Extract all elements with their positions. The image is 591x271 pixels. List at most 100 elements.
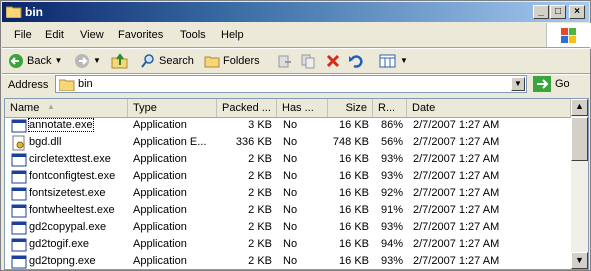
file-has: No	[283, 153, 298, 165]
menu-tools[interactable]: Tools	[180, 29, 206, 41]
file-name[interactable]: fontconfigtest.exe	[29, 170, 115, 182]
file-has: No	[283, 221, 298, 233]
folders-button[interactable]: Folders	[204, 49, 260, 72]
title-bar[interactable]: bin _ □ ×	[2, 2, 589, 22]
file-has: No	[283, 255, 298, 267]
move-to-button[interactable]	[277, 49, 293, 72]
file-name[interactable]: gd2togif.exe	[29, 238, 89, 250]
file-row[interactable]: gd2copypal.exe Application 2 KB No 16 KB 93% 2…	[5, 219, 571, 236]
file-row[interactable]: gd2togif.exe Application 2 KB No 16 KB 94% 2/7…	[5, 236, 571, 253]
menu-favorites[interactable]: Favorites	[118, 29, 163, 41]
up-folder-icon	[111, 52, 128, 68]
file-size: 16 KB	[339, 153, 369, 165]
go-button[interactable]: Go	[533, 76, 570, 92]
file-ratio: 92%	[380, 187, 403, 199]
toolbar: Back ▼ ▼ Search Folders ▼	[2, 49, 590, 73]
move-to-icon	[278, 55, 291, 67]
file-type: Application	[133, 221, 187, 233]
file-size: 16 KB	[339, 255, 369, 267]
back-button[interactable]: Back ▼	[8, 49, 62, 72]
file-packed-size: 2 KB	[248, 204, 272, 216]
file-packed-size: 3 KB	[248, 119, 272, 131]
forward-button[interactable]: ▼	[74, 49, 101, 72]
column-header-packed[interactable]: Packed ...	[217, 99, 277, 117]
column-header-has[interactable]: Has ...	[277, 99, 328, 117]
address-value: bin	[78, 78, 93, 90]
file-row[interactable]: fontwheeltest.exe Application 2 KB No 16 KB 9…	[5, 202, 571, 219]
file-row[interactable]: annotate.exe Application 3 KB No 16 KB 86% 2/7…	[5, 117, 571, 134]
search-label: Search	[159, 54, 194, 67]
file-type: Application	[133, 153, 187, 165]
file-list: Name ▲ Type Packed ... Has ... Size R...…	[4, 98, 589, 270]
file-has: No	[283, 170, 298, 182]
menu-file[interactable]: File	[14, 29, 32, 41]
views-button[interactable]: ▼	[379, 49, 408, 72]
column-header-size[interactable]: Size	[328, 99, 373, 117]
vertical-scrollbar[interactable]: ▲ ▼	[571, 99, 588, 269]
copy-to-button[interactable]	[300, 49, 316, 72]
file-name[interactable]: fontwheeltest.exe	[29, 204, 115, 216]
undo-icon	[349, 54, 363, 68]
scroll-down-button[interactable]: ▼	[571, 252, 588, 269]
scroll-up-icon: ▲	[575, 101, 584, 111]
file-type: Application	[133, 238, 187, 250]
minimize-button[interactable]: _	[533, 5, 549, 19]
file-row[interactable]: bgd.dll Application E... 336 KB No 748 KB 56%…	[5, 134, 571, 151]
column-header-row: Name ▲ Type Packed ... Has ... Size R...…	[5, 99, 571, 118]
file-ratio: 93%	[380, 153, 403, 165]
search-button[interactable]: Search	[140, 49, 194, 72]
scroll-thumb[interactable]	[571, 117, 588, 161]
file-packed-size: 2 KB	[248, 170, 272, 182]
file-name[interactable]: gd2copypal.exe	[29, 221, 106, 233]
exe-icon	[11, 254, 27, 269]
column-header-type[interactable]: Type	[128, 99, 217, 117]
menu-edit[interactable]: Edit	[45, 29, 64, 41]
menu-help[interactable]: Help	[221, 29, 244, 41]
file-ratio: 93%	[380, 221, 403, 233]
file-name[interactable]: circletexttest.exe	[29, 153, 111, 165]
file-row[interactable]: gd2topng.exe Application 2 KB No 16 KB 93% 2/7…	[5, 253, 571, 269]
file-name[interactable]: bgd.dll	[29, 136, 61, 148]
file-packed-size: 2 KB	[248, 238, 272, 250]
views-dropdown-icon[interactable]: ▼	[400, 56, 408, 65]
file-date: 2/7/2007 1:27 AM	[413, 255, 500, 267]
file-row[interactable]: circletexttest.exe Application 2 KB No 16 KB…	[5, 151, 571, 168]
up-folder-button[interactable]	[111, 49, 129, 72]
file-date: 2/7/2007 1:27 AM	[413, 170, 500, 182]
file-date: 2/7/2007 1:27 AM	[413, 119, 500, 131]
file-has: No	[283, 119, 298, 131]
column-header-ratio[interactable]: R...	[373, 99, 407, 117]
undo-button[interactable]	[348, 49, 364, 72]
window-title: bin	[25, 5, 43, 19]
chevron-down-icon: ▼	[514, 79, 522, 88]
address-input[interactable]: bin ▼	[55, 75, 527, 93]
file-name[interactable]: gd2topng.exe	[29, 255, 96, 267]
delete-button[interactable]	[325, 49, 341, 72]
file-size: 16 KB	[339, 238, 369, 250]
column-header-name-label: Name	[10, 102, 40, 114]
address-dropdown-button[interactable]: ▼	[511, 77, 525, 91]
file-name[interactable]: annotate.exe	[28, 118, 94, 132]
column-header-name[interactable]: Name ▲	[5, 99, 128, 117]
menu-view[interactable]: View	[80, 29, 104, 41]
file-size: 16 KB	[339, 119, 369, 131]
file-type: Application	[133, 255, 187, 267]
views-icon	[379, 54, 396, 67]
file-name[interactable]: fontsizetest.exe	[29, 187, 105, 199]
file-row[interactable]: fontconfigtest.exe Application 2 KB No 16 KB…	[5, 168, 571, 185]
column-header-date[interactable]: Date	[407, 99, 571, 117]
search-icon	[141, 53, 154, 68]
maximize-button[interactable]: □	[550, 5, 566, 19]
file-ratio: 91%	[380, 204, 403, 216]
file-date: 2/7/2007 1:27 AM	[413, 153, 500, 165]
file-has: No	[283, 136, 298, 148]
file-size: 16 KB	[339, 170, 369, 182]
back-dropdown-icon[interactable]: ▼	[54, 56, 62, 65]
file-size: 748 KB	[332, 136, 369, 148]
close-button[interactable]: ×	[569, 5, 585, 19]
file-has: No	[283, 187, 298, 199]
forward-dropdown-icon[interactable]: ▼	[93, 56, 101, 65]
scroll-up-button[interactable]: ▲	[571, 99, 588, 116]
file-row[interactable]: fontsizetest.exe Application 2 KB No 16 KB 92…	[5, 185, 571, 202]
file-packed-size: 2 KB	[248, 187, 272, 199]
